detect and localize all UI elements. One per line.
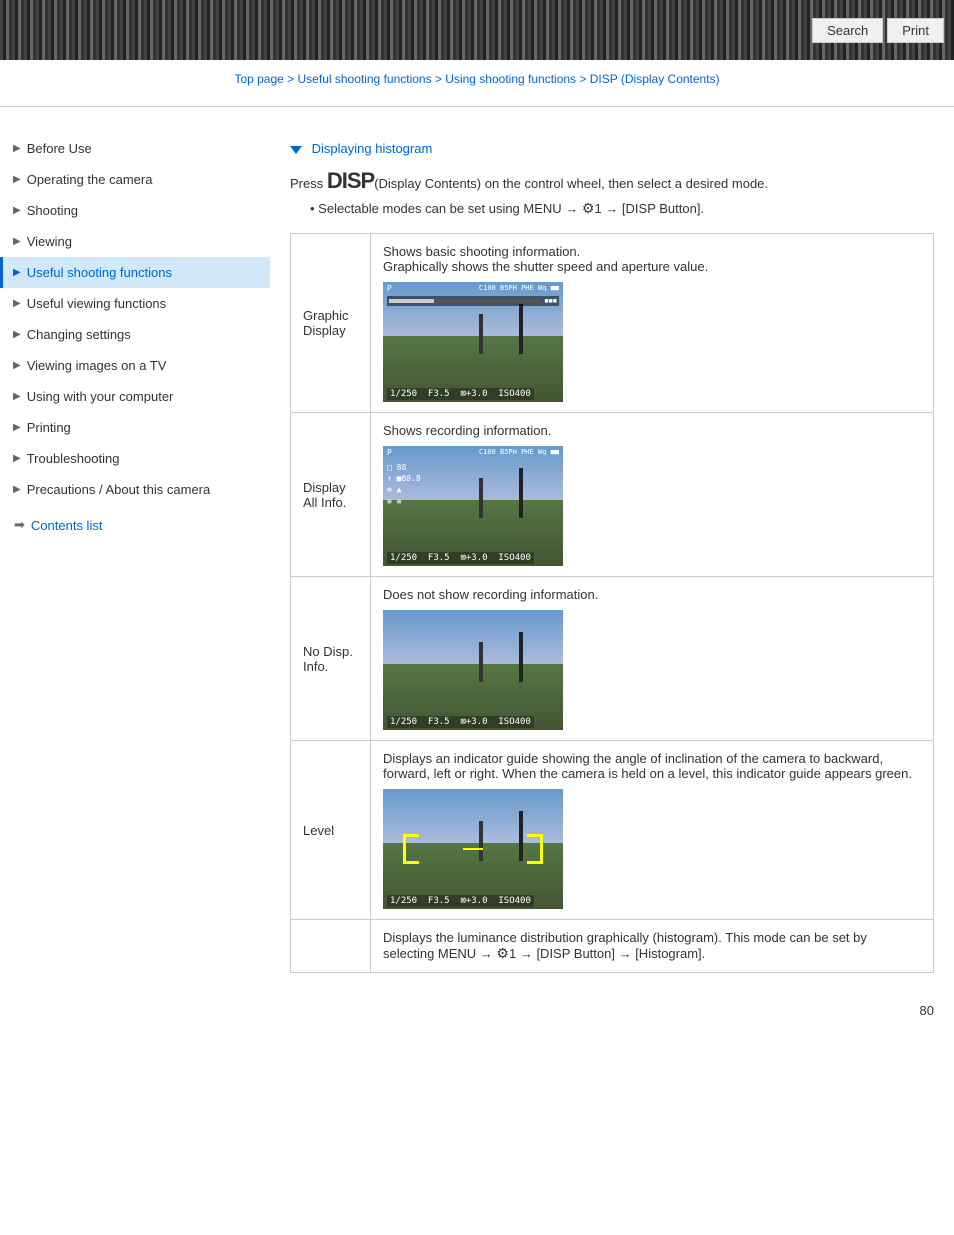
disp-label: DISP bbox=[327, 168, 374, 193]
camera-preview-allinfo: P C100 B5PH PHE Wq ■■ □ 88 ↑ ■88.8 ≡ ▲ ≡… bbox=[383, 446, 563, 566]
triangle-icon bbox=[290, 146, 302, 154]
sidebar-label: Precautions / About this camera bbox=[27, 482, 211, 497]
breadcrumb: Top page > Useful shooting functions > U… bbox=[0, 60, 954, 98]
row-desc: Displays the luminance distribution grap… bbox=[371, 920, 934, 973]
display-table: GraphicDisplay Shows basic shooting info… bbox=[290, 233, 934, 973]
row-label bbox=[291, 920, 371, 973]
sidebar-label: Before Use bbox=[27, 141, 92, 156]
sidebar-label: Viewing bbox=[27, 234, 72, 249]
print-button[interactable]: Print bbox=[887, 18, 944, 43]
search-button[interactable]: Search bbox=[812, 18, 883, 43]
bullet-point: • Selectable modes can be set using MENU… bbox=[310, 200, 934, 217]
sidebar-item-printing[interactable]: ▶ Printing bbox=[0, 412, 270, 443]
sidebar-label: Troubleshooting bbox=[27, 451, 120, 466]
arrow-icon: ▶ bbox=[13, 484, 21, 495]
sidebar-item-before-use[interactable]: ▶ Before Use bbox=[0, 133, 270, 164]
row-desc: Displays an indicator guide showing the … bbox=[371, 741, 934, 920]
sidebar-label: Useful shooting functions bbox=[27, 265, 172, 280]
sidebar-label: Useful viewing functions bbox=[27, 296, 166, 311]
arrow-icon: ▶ bbox=[13, 329, 21, 340]
breadcrumb-current: DISP (Display Contents) bbox=[590, 72, 720, 86]
sidebar-item-viewing[interactable]: ▶ Viewing bbox=[0, 226, 270, 257]
arrow-icon: ▶ bbox=[13, 298, 21, 309]
sidebar-label: Viewing images on a TV bbox=[27, 358, 167, 373]
breadcrumb-useful-shooting[interactable]: Useful shooting functions bbox=[298, 72, 432, 86]
header-buttons: Search Print bbox=[812, 18, 944, 43]
gear-icon: ⚙ bbox=[582, 200, 595, 217]
gear-icon: ⚙ bbox=[496, 945, 509, 962]
camera-preview-level: 1/250 F3.5 ⊠+3.0 ISO400 bbox=[383, 789, 563, 909]
arrow-icon: ▶ bbox=[13, 453, 21, 464]
sidebar-label: Operating the camera bbox=[27, 172, 153, 187]
sidebar: ▶ Before Use ▶ Operating the camera ▶ Sh… bbox=[0, 123, 270, 993]
sidebar-item-using-computer[interactable]: ▶ Using with your computer bbox=[0, 381, 270, 412]
breadcrumb-using-shooting[interactable]: Using shooting functions bbox=[445, 72, 576, 86]
sidebar-label: Using with your computer bbox=[27, 389, 174, 404]
table-row: Displays the luminance distribution grap… bbox=[291, 920, 934, 973]
page-number: 80 bbox=[0, 993, 954, 1028]
table-row: DisplayAll Info. Shows recording informa… bbox=[291, 413, 934, 577]
sidebar-item-viewing-tv[interactable]: ▶ Viewing images on a TV bbox=[0, 350, 270, 381]
sidebar-item-precautions[interactable]: ▶ Precautions / About this camera bbox=[0, 474, 270, 505]
sidebar-label: Printing bbox=[27, 420, 71, 435]
level-bracket-right bbox=[527, 834, 543, 864]
arrow-right-icon: ➡ bbox=[14, 517, 25, 533]
camera-preview-nodisp: 1/250 F3.5 ⊠+3.0 ISO400 bbox=[383, 610, 563, 730]
arrow-icon: ▶ bbox=[13, 174, 21, 185]
sidebar-label: Shooting bbox=[27, 203, 78, 218]
row-label: DisplayAll Info. bbox=[291, 413, 371, 577]
content-area: Displaying histogram Press DISP(Display … bbox=[270, 123, 954, 993]
sidebar-item-shooting[interactable]: ▶ Shooting bbox=[0, 195, 270, 226]
table-row: No Disp.Info. Does not show recording in… bbox=[291, 577, 934, 741]
row-label: No Disp.Info. bbox=[291, 577, 371, 741]
intro-paragraph: Press DISP(Display Contents) on the cont… bbox=[290, 168, 934, 194]
section-title: Displaying histogram bbox=[290, 141, 934, 156]
arrow-icon: ▶ bbox=[13, 360, 21, 371]
header-divider bbox=[0, 106, 954, 107]
table-row: Level Displays an indicator guide showin… bbox=[291, 741, 934, 920]
sidebar-label: Changing settings bbox=[27, 327, 131, 342]
sidebar-item-changing-settings[interactable]: ▶ Changing settings bbox=[0, 319, 270, 350]
level-center-line bbox=[463, 848, 483, 850]
sidebar-item-troubleshooting[interactable]: ▶ Troubleshooting bbox=[0, 443, 270, 474]
contents-list-link[interactable]: ➡ Contents list bbox=[0, 509, 270, 541]
table-row: GraphicDisplay Shows basic shooting info… bbox=[291, 234, 934, 413]
sidebar-item-operating-camera[interactable]: ▶ Operating the camera bbox=[0, 164, 270, 195]
contents-list-label: Contents list bbox=[31, 518, 103, 533]
row-desc: Shows recording information. P C100 B5PH… bbox=[371, 413, 934, 577]
header-bar: Search Print bbox=[0, 0, 954, 60]
level-bracket-left bbox=[403, 834, 419, 864]
arrow-icon: ▶ bbox=[13, 422, 21, 433]
breadcrumb-top-page[interactable]: Top page bbox=[234, 72, 283, 86]
sidebar-item-useful-shooting[interactable]: ▶ Useful shooting functions bbox=[0, 257, 270, 288]
row-label: Level bbox=[291, 741, 371, 920]
row-desc: Does not show recording information. 1/2… bbox=[371, 577, 934, 741]
arrow-icon: ▶ bbox=[13, 143, 21, 154]
arrow-icon: ▶ bbox=[13, 391, 21, 402]
row-label: GraphicDisplay bbox=[291, 234, 371, 413]
sidebar-item-useful-viewing[interactable]: ▶ Useful viewing functions bbox=[0, 288, 270, 319]
arrow-icon: ▶ bbox=[13, 267, 21, 278]
main-layout: ▶ Before Use ▶ Operating the camera ▶ Sh… bbox=[0, 123, 954, 993]
arrow-icon: ▶ bbox=[13, 236, 21, 247]
row-desc: Shows basic shooting information.Graphic… bbox=[371, 234, 934, 413]
camera-preview-graphic: P C100 B5PH PHE Wq ■■ ■■■ 1/250 F3.5 ⊠+3… bbox=[383, 282, 563, 402]
arrow-icon: ▶ bbox=[13, 205, 21, 216]
